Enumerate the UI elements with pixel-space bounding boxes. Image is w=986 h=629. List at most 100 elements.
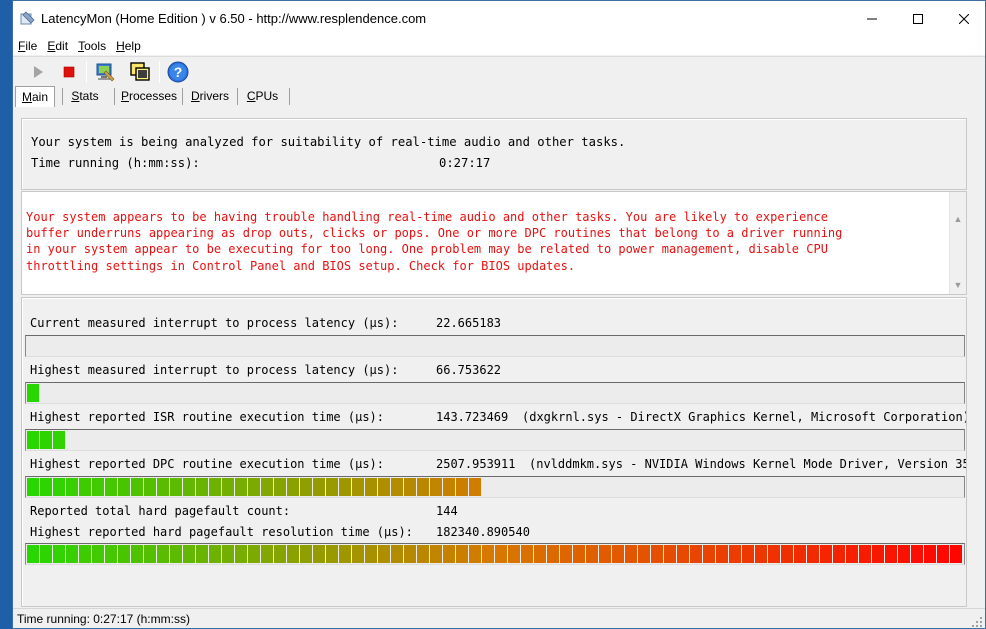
bar-segment bbox=[872, 545, 884, 563]
tab-divider bbox=[289, 88, 290, 105]
bar-segment bbox=[586, 545, 598, 563]
menu-help[interactable]: Help bbox=[111, 37, 146, 55]
summary-panel: Your system is being analyzed for suitab… bbox=[21, 118, 967, 190]
tab-cpus[interactable]: CPUs bbox=[240, 86, 285, 107]
resize-grip-icon[interactable] bbox=[971, 616, 983, 628]
status-bar: Time running: 0:27:17 (h:mm:ss) bbox=[13, 608, 985, 628]
bar-segment bbox=[40, 545, 52, 563]
scroll-up-icon[interactable]: ▲ bbox=[953, 214, 963, 224]
time-running-label: Time running (h:mm:ss): bbox=[31, 156, 200, 170]
bar-segment bbox=[833, 545, 845, 563]
bar-segment bbox=[53, 478, 65, 496]
metrics-panel: Current measured interrupt to process la… bbox=[21, 297, 967, 607]
tab-divider bbox=[62, 88, 63, 105]
bar-segment bbox=[521, 545, 533, 563]
bar-segment bbox=[209, 545, 221, 563]
stop-button[interactable] bbox=[57, 60, 81, 84]
latencymon-window: LatencyMon (Home Edition ) v 6.50 - http… bbox=[12, 0, 986, 629]
toolbar-separator bbox=[86, 61, 87, 83]
bar-segment bbox=[235, 478, 247, 496]
bar-segment bbox=[144, 478, 156, 496]
bar-segment bbox=[378, 478, 390, 496]
latency-bar bbox=[25, 382, 965, 404]
bar-segment bbox=[612, 545, 624, 563]
bar-segment bbox=[690, 545, 702, 563]
toolbar-separator bbox=[159, 61, 160, 83]
bar-segment bbox=[339, 545, 351, 563]
bar-segment bbox=[261, 545, 273, 563]
title-bar[interactable]: LatencyMon (Home Edition ) v 6.50 - http… bbox=[13, 1, 985, 37]
maximize-button[interactable] bbox=[895, 1, 941, 37]
tab-divider bbox=[114, 88, 115, 105]
metric-label: Highest measured interrupt to process la… bbox=[30, 363, 399, 377]
time-running-value: 0:27:17 bbox=[439, 156, 491, 170]
bar-segment bbox=[287, 478, 299, 496]
bar-segment bbox=[625, 545, 637, 563]
bar-segment bbox=[534, 545, 546, 563]
menu-tools[interactable]: Tools bbox=[73, 37, 111, 55]
tab-processes[interactable]: Processes bbox=[117, 86, 181, 107]
bar-segment bbox=[352, 545, 364, 563]
bar-segment bbox=[482, 545, 494, 563]
bar-segment bbox=[183, 545, 195, 563]
bar-segment bbox=[404, 545, 416, 563]
bar-segment bbox=[222, 545, 234, 563]
bar-segment bbox=[443, 545, 455, 563]
stop-icon bbox=[63, 66, 75, 78]
menu-file[interactable]: File bbox=[13, 37, 42, 55]
help-icon: ? bbox=[167, 61, 189, 83]
bar-segment bbox=[716, 545, 728, 563]
warning-scrollbar[interactable]: ▲ ▼ bbox=[949, 192, 966, 294]
metric-label: Highest reported hard pagefault resoluti… bbox=[30, 525, 413, 539]
bar-segment bbox=[66, 545, 78, 563]
bar-segment bbox=[560, 545, 572, 563]
bar-segment bbox=[664, 545, 676, 563]
bar-segment bbox=[92, 478, 104, 496]
bar-segment bbox=[79, 545, 91, 563]
metric-value: 143.723469 bbox=[436, 410, 509, 424]
bar-segment bbox=[417, 545, 429, 563]
bar-segment bbox=[261, 478, 273, 496]
bar-segment bbox=[326, 478, 338, 496]
bar-segment bbox=[27, 545, 39, 563]
tab-bar: Main Stats Processes Drivers CPUs bbox=[13, 86, 985, 108]
bar-segment bbox=[352, 478, 364, 496]
bar-segment bbox=[456, 545, 468, 563]
bar-segment bbox=[248, 478, 260, 496]
bar-segment bbox=[495, 545, 507, 563]
scroll-down-icon[interactable]: ▼ bbox=[953, 280, 963, 290]
tab-main[interactable]: Main bbox=[15, 86, 55, 107]
bar-segment bbox=[235, 545, 247, 563]
bar-segment bbox=[131, 545, 143, 563]
windows-button[interactable] bbox=[128, 60, 152, 84]
start-button[interactable] bbox=[26, 60, 50, 84]
bar-segment bbox=[300, 545, 312, 563]
bar-segment bbox=[742, 545, 754, 563]
bar-segment bbox=[105, 545, 117, 563]
system-info-button[interactable] bbox=[93, 60, 117, 84]
minimize-button[interactable] bbox=[849, 1, 895, 37]
bar-segment bbox=[729, 545, 741, 563]
metric-detail: (dxgkrnl.sys - DirectX Graphics Kernel, … bbox=[522, 410, 967, 424]
bar-segment bbox=[677, 545, 689, 563]
warning-message: Your system appears to be having trouble… bbox=[26, 210, 843, 273]
bar-segment bbox=[40, 431, 52, 449]
bar-segment bbox=[27, 431, 39, 449]
bar-segment bbox=[755, 545, 767, 563]
minimize-icon bbox=[867, 18, 877, 20]
help-button[interactable]: ? bbox=[166, 60, 190, 84]
tab-drivers[interactable]: Drivers bbox=[185, 86, 235, 107]
tab-stats[interactable]: Stats bbox=[65, 86, 105, 107]
bar-segment bbox=[222, 478, 234, 496]
bar-segment bbox=[417, 478, 429, 496]
bar-segment bbox=[157, 545, 169, 563]
latency-bar bbox=[25, 543, 965, 565]
bar-segment bbox=[209, 478, 221, 496]
latency-bar bbox=[25, 429, 965, 451]
bar-segment bbox=[898, 545, 910, 563]
close-button[interactable] bbox=[941, 1, 985, 37]
bar-segment bbox=[508, 545, 520, 563]
bar-segment bbox=[950, 545, 962, 563]
bar-segment bbox=[846, 545, 858, 563]
menu-edit[interactable]: Edit bbox=[42, 37, 73, 55]
